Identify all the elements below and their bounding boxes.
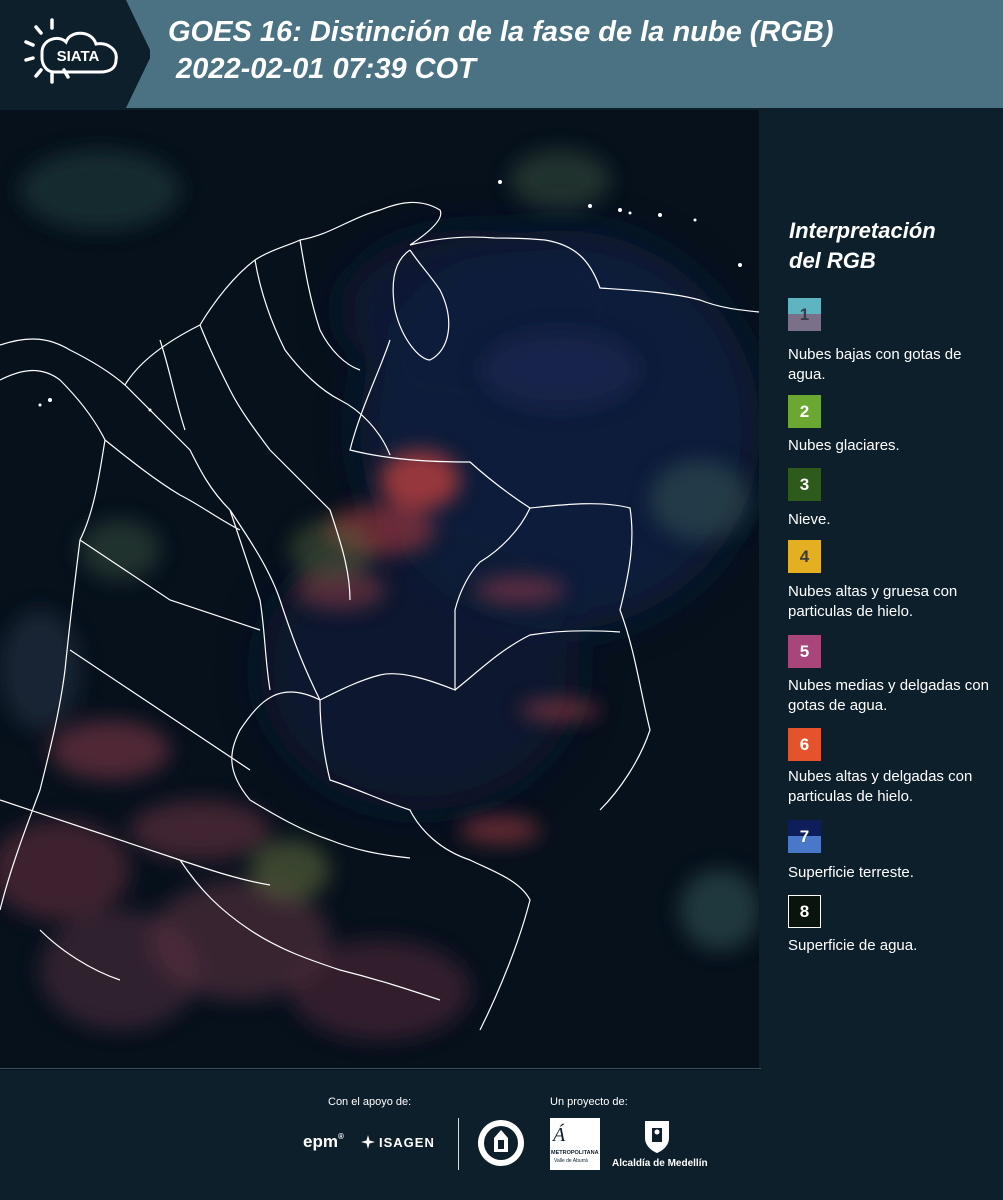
legend-swatch-4: 4 — [788, 540, 821, 573]
legend-swatch-3: 3 — [788, 468, 821, 501]
legend-number-8: 8 — [799, 901, 810, 921]
legend-number-6: 6 — [799, 734, 810, 754]
medellin-logo-text: Alcaldía de Medellín — [612, 1158, 708, 1169]
isagen-logo-text: ISAGEN — [379, 1134, 435, 1150]
legend-label-3: Nieve. — [788, 511, 831, 528]
legend-swatch-6: 6 — [788, 728, 821, 761]
header-bar: SIATA GOES 16: Distinción de la fase de … — [0, 0, 1003, 108]
satellite-image — [0, 110, 759, 1070]
legend-panel: Interpretación del RGB 1 Nubes bajas con… — [761, 110, 1003, 1070]
seal-logo — [478, 1120, 524, 1166]
satellite-map — [0, 110, 759, 1070]
legend-label-5: Nubes medias y delgadas con gotas de agu… — [788, 677, 989, 714]
legend-swatch-5: 5 — [788, 635, 821, 668]
area-logo-text: METROPOLITANA — [551, 1150, 599, 1156]
legend-number-7: 7 — [799, 826, 810, 846]
logo-background: SIATA — [0, 0, 152, 108]
support-label: Con el apoyo de: — [328, 1096, 412, 1108]
legend-label-1: Nubes bajas con gotas de agua. — [788, 346, 962, 383]
area-logo-subtext: Valle de Aburrá — [554, 1158, 588, 1164]
logo-text: SIATA — [57, 48, 100, 65]
legend-label-2: Nubes glaciares. — [788, 437, 900, 454]
title-line2: 2022-02-01 07:39 COT — [168, 53, 476, 85]
epm-logo: epm® — [303, 1132, 344, 1151]
legend-label-7: Superficie terreste. — [788, 864, 914, 881]
medellin-shield-icon — [645, 1121, 669, 1153]
legend-label-6: Nubes altas y delgadas con particulas de… — [788, 768, 973, 805]
epm-logo-text: epm — [303, 1132, 338, 1151]
legend-title: Interpretación del RGB — [789, 216, 989, 276]
isagen-star-icon — [361, 1135, 375, 1149]
title-line1: GOES 16: Distinción de la fase de la nub… — [168, 16, 834, 48]
legend-swatch-7: 7 — [788, 820, 821, 853]
legend-swatch-8: 8 — [788, 895, 821, 928]
legend-label-8: Superficie de agua. — [788, 937, 918, 954]
legend-number-2: 2 — [799, 401, 810, 421]
isagen-logo: ISAGEN — [360, 1134, 435, 1150]
legend-number-1: 1 — [799, 304, 810, 324]
legend-number-3: 3 — [799, 474, 810, 494]
map-divider — [0, 1068, 775, 1069]
legend-number-5: 5 — [799, 641, 810, 661]
legend-number-4: 4 — [799, 546, 810, 566]
page-title: GOES 16: Distinción de la fase de la nub… — [168, 14, 834, 88]
footer-divider — [458, 1118, 459, 1170]
legend-title-line2: del RGB — [789, 248, 876, 273]
area-metropolitana-logo: Á METROPOLITANA Valle de Aburrá — [550, 1118, 600, 1170]
legend-title-line1: Interpretación — [789, 218, 936, 243]
project-label: Un proyecto de: — [550, 1096, 628, 1108]
legend-swatch-1: 1 — [788, 298, 821, 331]
siata-logo: SIATA — [0, 0, 152, 108]
legend-label-4: Nubes altas y gruesa con particulas de h… — [788, 583, 958, 620]
footer: Con el apoyo de: Un proyecto de: epm® IS… — [0, 1072, 1003, 1200]
area-logo-mark: Á — [553, 1124, 566, 1146]
legend-swatch-2: 2 — [788, 395, 821, 428]
